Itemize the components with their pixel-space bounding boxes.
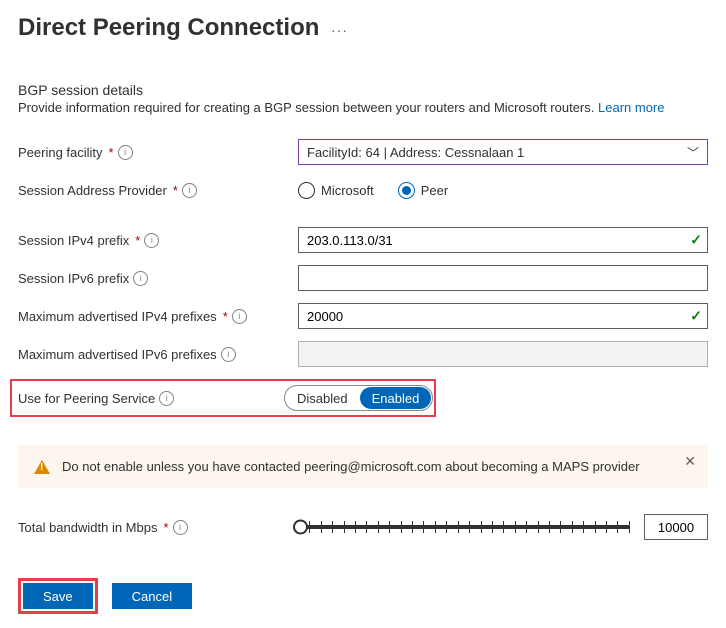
radio-unchecked-icon <box>298 182 315 199</box>
ipv6-input[interactable] <box>298 265 708 291</box>
check-icon: ✓ <box>690 308 702 325</box>
info-icon[interactable]: i <box>182 183 197 198</box>
learn-more-link[interactable]: Learn more <box>598 100 664 115</box>
chevron-down-icon: ﹀ <box>687 144 699 161</box>
ipv6-label: Session IPv6 prefix <box>18 271 129 286</box>
radio-checked-icon <box>398 182 415 199</box>
slider-thumb[interactable] <box>293 520 308 535</box>
alert-text: Do not enable unless you have contacted … <box>62 459 640 474</box>
warning-icon <box>34 460 50 474</box>
sap-radio-group: Microsoft Peer <box>298 182 708 199</box>
ufps-label: Use for Peering Service <box>18 391 155 406</box>
peering-service-highlight: Use for Peering Service i Disabled Enabl… <box>10 379 436 417</box>
max4-label: Maximum advertised IPv4 prefixes <box>18 309 217 324</box>
facility-select[interactable]: FacilityId: 64 | Address: Cessnalaan 1 ﹀ <box>298 139 708 165</box>
sap-radio-microsoft[interactable]: Microsoft <box>298 182 374 199</box>
info-icon[interactable]: i <box>173 520 188 535</box>
save-button[interactable]: Save <box>23 583 93 609</box>
section-subtext: Provide information required for creatin… <box>18 100 708 115</box>
required-mark: * <box>135 233 140 248</box>
info-icon[interactable]: i <box>133 271 148 286</box>
facility-label: Peering facility <box>18 145 103 160</box>
required-mark: * <box>173 183 178 198</box>
info-icon[interactable]: i <box>221 347 236 362</box>
facility-value: FacilityId: 64 | Address: Cessnalaan 1 <box>307 145 524 160</box>
max-ipv4-input[interactable] <box>298 303 708 329</box>
more-icon[interactable]: ··· <box>331 22 348 38</box>
sap-ms-text: Microsoft <box>321 183 374 198</box>
section-heading: BGP session details <box>18 82 708 98</box>
close-icon[interactable]: ✕ <box>684 453 696 470</box>
sap-radio-peer[interactable]: Peer <box>398 182 448 199</box>
sap-label: Session Address Provider <box>18 183 167 198</box>
cancel-button[interactable]: Cancel <box>112 583 192 609</box>
bw-label: Total bandwidth in Mbps <box>18 520 157 535</box>
save-highlight: Save <box>18 578 98 614</box>
info-icon[interactable]: i <box>159 391 174 406</box>
info-icon[interactable]: i <box>144 233 159 248</box>
page-title: Direct Peering Connection <box>18 14 319 42</box>
check-icon: ✓ <box>690 232 702 249</box>
toggle-disabled[interactable]: Disabled <box>285 386 360 410</box>
required-mark: * <box>163 520 168 535</box>
bandwidth-slider[interactable] <box>298 516 630 538</box>
info-icon[interactable]: i <box>118 145 133 160</box>
required-mark: * <box>223 309 228 324</box>
peering-service-toggle[interactable]: Disabled Enabled <box>284 385 433 411</box>
required-mark: * <box>109 145 114 160</box>
toggle-enabled[interactable]: Enabled <box>360 387 432 409</box>
bandwidth-input[interactable] <box>644 514 708 540</box>
maps-warning-alert: Do not enable unless you have contacted … <box>18 445 708 488</box>
max-ipv6-input-disabled <box>298 341 708 367</box>
ipv4-label: Session IPv4 prefix <box>18 233 129 248</box>
info-icon[interactable]: i <box>232 309 247 324</box>
max6-label: Maximum advertised IPv6 prefixes <box>18 347 217 362</box>
ipv4-input[interactable] <box>298 227 708 253</box>
sap-peer-text: Peer <box>421 183 448 198</box>
section-sub-text: Provide information required for creatin… <box>18 100 598 115</box>
